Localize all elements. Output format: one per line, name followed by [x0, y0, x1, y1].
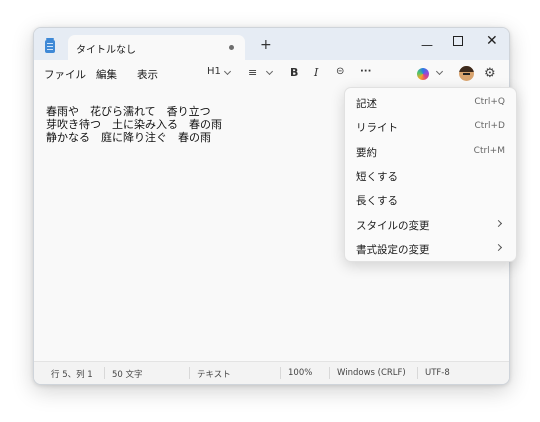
menu-item-label: 長くする: [356, 195, 398, 207]
menu-item-label: 記述: [356, 98, 377, 110]
close-button[interactable]: ✕: [486, 33, 498, 49]
chevron-right-icon: [494, 219, 503, 228]
menu-item-change-style[interactable]: スタイルの変更: [345, 212, 516, 236]
copilot-icon[interactable]: [417, 68, 429, 80]
new-tab-button[interactable]: +: [260, 38, 272, 52]
status-position: 行 5、列 1: [51, 370, 93, 380]
status-line-ending: Windows (CRLF): [337, 368, 406, 378]
menu-view[interactable]: 表示: [137, 67, 158, 82]
menu-item-shortcut: Ctrl+M: [473, 146, 505, 156]
menu-bar: ファイル 編集 表示 H1 ≡ B I ⊝ ··· ⚙: [34, 60, 509, 86]
italic-button[interactable]: I: [314, 66, 318, 79]
copilot-menu: 記述 Ctrl+Q リライト Ctrl+D 要約 Ctrl+M 短くする 長くす…: [344, 87, 517, 262]
chevron-down-icon[interactable]: [265, 67, 274, 76]
menu-item-change-format[interactable]: 書式設定の変更: [345, 236, 516, 260]
editor-line: 静かなる 庭に降り注ぐ 春の雨: [46, 131, 211, 144]
status-format[interactable]: テキスト: [197, 368, 231, 380]
settings-gear-icon[interactable]: ⚙: [484, 66, 496, 81]
status-encoding: UTF-8: [425, 368, 450, 378]
list-icon[interactable]: ≡: [248, 66, 257, 79]
menu-item-shortcut: Ctrl+Q: [474, 97, 505, 107]
tab-untitled[interactable]: タイトルなし: [68, 35, 245, 61]
status-zoom[interactable]: 100%: [288, 368, 312, 378]
menu-item-label: 短くする: [356, 171, 398, 183]
menu-item-label: 要約: [356, 147, 377, 159]
chevron-right-icon: [494, 243, 503, 252]
editor-line: 春雨や 花びら濡れて 香り立つ: [46, 105, 211, 118]
menu-edit[interactable]: 編集: [96, 67, 117, 82]
status-bar: 行 5、列 1 50 文字 テキスト 100% Windows (CRLF) U…: [34, 361, 509, 384]
menu-file[interactable]: ファイル: [44, 67, 86, 82]
more-button[interactable]: ···: [360, 66, 371, 77]
unsaved-dot-icon[interactable]: [229, 45, 234, 50]
title-bar: タイトルなし + — ✕: [34, 28, 509, 61]
menu-item-label: 書式設定の変更: [356, 244, 430, 256]
minimize-button[interactable]: —: [421, 38, 433, 52]
menu-item-label: リライト: [356, 122, 398, 134]
tab-title: タイトルなし: [76, 45, 136, 56]
menu-item-label: スタイルの変更: [356, 220, 430, 232]
menu-item-shorten[interactable]: 短くする: [345, 163, 516, 187]
text-editor[interactable]: 春雨や 花びら濡れて 香り立つ 芽吹き待つ 土に染み入る 春の雨 静かなる 庭に降り…: [46, 105, 222, 144]
editor-line: 芽吹き待つ 土に染み入る 春の雨: [46, 118, 222, 131]
menu-item-shortcut: Ctrl+D: [474, 121, 506, 131]
menu-item-write[interactable]: 記述 Ctrl+Q: [345, 90, 516, 114]
menu-item-summarize[interactable]: 要約 Ctrl+M: [345, 139, 516, 163]
status-char-count: 50 文字: [112, 370, 143, 380]
menu-item-lengthen[interactable]: 長くする: [345, 187, 516, 211]
menu-item-rewrite[interactable]: リライト Ctrl+D: [345, 114, 516, 138]
heading-button[interactable]: H1: [207, 66, 221, 77]
link-icon[interactable]: ⊝: [336, 66, 344, 77]
chevron-down-icon[interactable]: [435, 67, 444, 76]
bold-button[interactable]: B: [290, 66, 298, 79]
notepad-icon: [45, 38, 55, 53]
avatar[interactable]: [459, 66, 474, 81]
chevron-down-icon[interactable]: [223, 67, 232, 76]
maximize-button[interactable]: [453, 36, 463, 46]
